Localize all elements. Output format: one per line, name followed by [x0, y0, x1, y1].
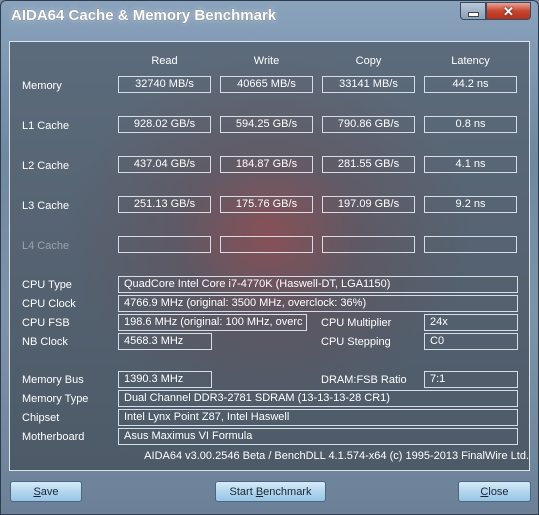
cpu-multiplier-label: CPU Multiplier	[321, 317, 392, 329]
cpu-multiplier-value: 24x	[424, 314, 518, 331]
nb-clock-label: NB Clock	[22, 336, 68, 348]
column-header-latency: Latency	[451, 55, 490, 67]
l1-copy-value: 790.86 GB/s	[322, 116, 415, 133]
l1-latency-value: 0.8 ns	[424, 116, 517, 133]
l4-latency-value	[424, 236, 517, 253]
cpu-fsb-value: 198.6 MHz (original: 100 MHz, overc	[118, 314, 307, 331]
l2-cache-row-label: L2 Cache	[22, 160, 70, 172]
cpu-clock-label: CPU Clock	[22, 298, 76, 310]
close-icon: ✕	[503, 3, 514, 19]
l2-latency-value: 4.1 ns	[424, 156, 517, 173]
dram-fsb-ratio-label: DRAM:FSB Ratio	[321, 374, 407, 386]
l1-write-value: 594.25 GB/s	[220, 116, 313, 133]
l3-write-value: 175.76 GB/s	[220, 196, 313, 213]
motherboard-value: Asus Maximus VI Formula	[118, 428, 518, 445]
minimize-button[interactable]	[460, 2, 486, 20]
results-panel: Read Write Copy Latency Memory 32740 MB/…	[9, 41, 530, 471]
memory-latency-value: 44.2 ns	[424, 76, 517, 93]
l4-copy-value	[322, 236, 415, 253]
version-footer: AIDA64 v3.00.2546 Beta / BenchDLL 4.1.57…	[144, 450, 529, 462]
l4-read-value	[118, 236, 211, 253]
close-button-label: Close	[480, 485, 509, 498]
nb-clock-value: 4568.3 MHz	[118, 333, 212, 350]
minimize-icon	[467, 11, 479, 17]
l3-read-value: 251.13 GB/s	[118, 196, 211, 213]
l4-write-value	[220, 236, 313, 253]
memory-type-label: Memory Type	[22, 393, 89, 405]
memory-bus-value: 1390.3 MHz	[118, 371, 212, 388]
memory-read-value: 32740 MB/s	[118, 76, 211, 93]
l3-copy-value: 197.09 GB/s	[322, 196, 415, 213]
window-title: AIDA64 Cache & Memory Benchmark	[11, 7, 277, 24]
motherboard-label: Motherboard	[22, 431, 85, 443]
start-benchmark-button-label: Start Benchmark	[229, 485, 312, 498]
close-window-button[interactable]: ✕	[486, 2, 531, 20]
cpu-type-label: CPU Type	[22, 279, 72, 291]
memory-row-label: Memory	[22, 80, 62, 92]
l2-write-value: 184.87 GB/s	[220, 156, 313, 173]
memory-copy-value: 33141 MB/s	[322, 76, 415, 93]
memory-write-value: 40665 MB/s	[220, 76, 313, 93]
chipset-label: Chipset	[22, 412, 60, 424]
memory-bus-label: Memory Bus	[22, 374, 84, 386]
memory-type-value: Dual Channel DDR3-2781 SDRAM (13-13-13-2…	[118, 390, 518, 407]
column-header-read: Read	[151, 55, 178, 67]
cpu-stepping-value: C0	[424, 333, 518, 350]
cpu-fsb-label: CPU FSB	[22, 317, 70, 329]
l3-cache-row-label: L3 Cache	[22, 200, 70, 212]
cpu-clock-value: 4766.9 MHz (original: 3500 MHz, overcloc…	[118, 295, 518, 312]
close-button[interactable]: Close	[458, 481, 531, 502]
chipset-value: Intel Lynx Point Z87, Intel Haswell	[118, 409, 518, 426]
save-button[interactable]: Save	[10, 481, 82, 502]
title-bar[interactable]: AIDA64 Cache & Memory Benchmark ✕	[1, 1, 538, 31]
cpu-type-value: QuadCore Intel Core i7-4770K (Haswell-DT…	[118, 276, 518, 293]
save-button-label: Save	[33, 485, 59, 498]
column-header-copy: Copy	[355, 55, 382, 67]
dram-fsb-ratio-value: 7:1	[424, 371, 518, 388]
l1-read-value: 928.02 GB/s	[118, 116, 211, 133]
l2-read-value: 437.04 GB/s	[118, 156, 211, 173]
l4-cache-row-label: L4 Cache	[22, 240, 70, 252]
l1-cache-row-label: L1 Cache	[22, 120, 70, 132]
l3-latency-value: 9.2 ns	[424, 196, 517, 213]
column-header-write: Write	[253, 55, 280, 67]
start-benchmark-button[interactable]: Start Benchmark	[215, 481, 326, 502]
l2-copy-value: 281.55 GB/s	[322, 156, 415, 173]
cpu-stepping-label: CPU Stepping	[321, 336, 391, 348]
benchmark-window: AIDA64 Cache & Memory Benchmark ✕ Read W…	[0, 0, 539, 515]
